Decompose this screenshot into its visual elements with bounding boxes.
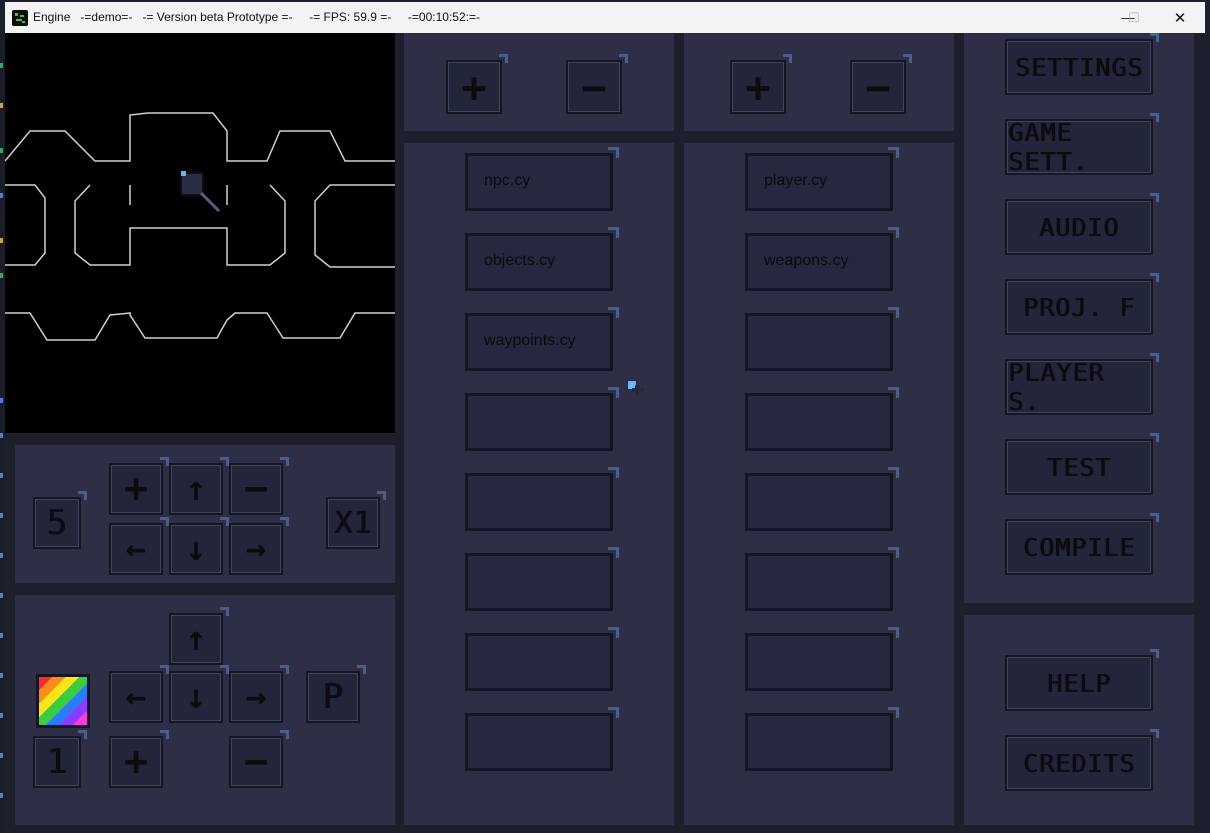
script-file-slot[interactable] <box>465 467 619 531</box>
tile-down-button[interactable]: ↓ <box>169 665 229 723</box>
script-file-name: npc.cy <box>484 172 531 189</box>
minus-icon: − <box>243 739 269 785</box>
game-viewport[interactable] <box>5 33 395 433</box>
scale-value: X1 <box>333 505 373 541</box>
menu-button-label: TEST <box>1046 452 1112 482</box>
window-titlebar: Engine -=demo=- -= Version beta Prototyp… <box>5 2 1205 34</box>
script-file-slot[interactable]: player.cy <box>745 147 899 211</box>
script-file-name: weapons.cy <box>764 252 849 269</box>
arrow-up-icon: ↑ <box>185 619 207 659</box>
zoom-out-button[interactable]: − <box>229 457 289 515</box>
menu-button-label: AUDIO <box>1038 212 1120 242</box>
right-add-script-button[interactable]: + <box>730 54 792 114</box>
help-label: HELP <box>1046 668 1112 698</box>
title-timer: -=00:10:52:=- <box>407 10 480 24</box>
level-map <box>5 112 395 341</box>
tile-left-button[interactable]: ← <box>109 665 169 723</box>
script-file-slot[interactable] <box>745 307 899 371</box>
script-file-slot[interactable] <box>465 387 619 451</box>
p-label: P <box>322 677 344 717</box>
script-file-slot[interactable] <box>745 707 899 771</box>
close-icon: ✕ <box>1173 9 1187 27</box>
right-scripts-toolbar <box>684 33 954 131</box>
player-settings-button[interactable]: PLAYER S. <box>1005 353 1159 416</box>
maximize-button[interactable]: ☐ <box>1111 2 1157 33</box>
tile-up-button[interactable]: ↑ <box>169 607 229 665</box>
info-menu-panel <box>964 615 1194 825</box>
layer-remove-button[interactable]: − <box>229 730 289 788</box>
script-file-slot[interactable] <box>745 387 899 451</box>
p-button[interactable]: P <box>306 665 366 723</box>
speed-value: 5 <box>46 503 68 543</box>
player-sprite <box>180 171 221 213</box>
menu-button-label: GAME SETT. <box>1008 118 1089 176</box>
help-button[interactable]: HELP <box>1005 649 1159 711</box>
arrow-left-icon: ← <box>125 677 147 717</box>
title-demo: -=demo=- <box>80 10 133 24</box>
left-scripts-toolbar <box>404 33 674 131</box>
game-settings-button[interactable]: GAME SETT. <box>1005 113 1159 176</box>
script-file-slot[interactable]: npc.cy <box>465 147 619 211</box>
layer-add-button[interactable]: + <box>109 730 169 788</box>
left-add-script-button[interactable]: + <box>446 54 508 114</box>
right-remove-script-button[interactable]: − <box>850 54 912 114</box>
app-icon <box>12 10 28 26</box>
script-file-slot[interactable] <box>745 467 899 531</box>
speed-display[interactable]: 5 <box>33 491 87 549</box>
layer-display[interactable]: 1 <box>33 730 87 788</box>
minus-icon: − <box>243 466 269 512</box>
project-files-button[interactable]: PROJ. F <box>1005 273 1159 335</box>
script-file-slot[interactable]: waypoints.cy <box>465 307 619 371</box>
credits-button[interactable]: CREDITS <box>1005 729 1159 791</box>
script-file-name: objects.cy <box>484 252 556 269</box>
script-file-slot[interactable]: weapons.cy <box>745 227 899 291</box>
minus-icon: − <box>581 62 607 112</box>
scroll-left-button[interactable]: ← <box>109 517 169 575</box>
scroll-down-button[interactable]: ↓ <box>169 517 229 575</box>
script-file-slot[interactable] <box>465 627 619 691</box>
editor-client-area: 5 + ↑ − ← ↓ → X1 ↑ ← ↓ → P 1 + − + − npc… <box>5 33 1205 833</box>
window-title: Engine -=demo=- -= Version beta Prototyp… <box>33 10 480 24</box>
script-file-slot[interactable] <box>745 627 899 691</box>
arrow-right-icon: → <box>245 529 267 569</box>
script-file-slot[interactable] <box>745 547 899 611</box>
arrow-down-icon: ↓ <box>185 529 207 569</box>
script-file-name: player.cy <box>764 172 828 189</box>
zoom-in-button[interactable]: + <box>109 457 169 515</box>
minus-icon: − <box>865 62 891 112</box>
menu-button-label: PROJ. F <box>1022 292 1136 322</box>
menu-button-label: COMPILE <box>1022 532 1136 562</box>
app-name: Engine <box>33 10 71 24</box>
credits-label: CREDITS <box>1022 748 1136 778</box>
plus-icon: + <box>123 739 149 785</box>
arrow-up-icon: ↑ <box>185 469 207 509</box>
layer-value: 1 <box>46 742 68 782</box>
menu-button-label: PLAYER S. <box>1008 358 1105 416</box>
settings-button[interactable]: SETTINGS <box>1005 33 1159 95</box>
scroll-up-button[interactable]: ↑ <box>169 457 229 515</box>
script-file-name: waypoints.cy <box>484 332 576 349</box>
test-button[interactable]: TEST <box>1005 433 1159 495</box>
color-palette-swatch[interactable] <box>36 674 90 728</box>
scale-display[interactable]: X1 <box>326 491 386 549</box>
compile-button[interactable]: COMPILE <box>1005 513 1159 575</box>
audio-button[interactable]: AUDIO <box>1005 193 1159 255</box>
close-button[interactable]: ✕ <box>1157 2 1203 33</box>
script-file-slot[interactable] <box>465 547 619 611</box>
menu-button-label: SETTINGS <box>1014 52 1144 82</box>
arrow-down-icon: ↓ <box>185 677 207 717</box>
plus-icon: + <box>461 62 487 112</box>
plus-icon: + <box>745 62 771 112</box>
scroll-right-button[interactable]: → <box>229 517 289 575</box>
title-fps: -= FPS: 59.9 =- <box>309 10 392 24</box>
plus-icon: + <box>123 466 149 512</box>
maximize-icon: ☐ <box>1128 9 1140 25</box>
script-file-slot[interactable]: objects.cy <box>465 227 619 291</box>
tile-right-button[interactable]: → <box>229 665 289 723</box>
title-version: -= Version beta Prototype =- <box>142 10 293 24</box>
left-remove-script-button[interactable]: − <box>566 54 628 114</box>
script-file-slot[interactable] <box>465 707 619 771</box>
arrow-right-icon: → <box>245 677 267 717</box>
arrow-left-icon: ← <box>125 529 147 569</box>
